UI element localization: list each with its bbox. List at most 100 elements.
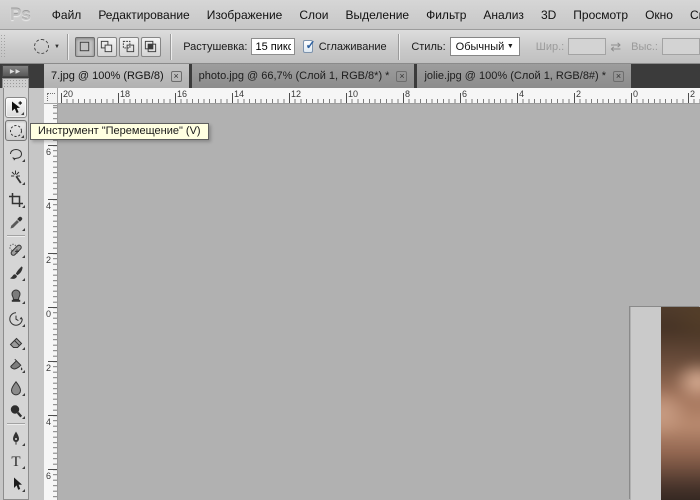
clone-stamp-tool[interactable]: [5, 285, 27, 306]
options-bar-grip[interactable]: [0, 34, 6, 59]
tab-label: jolie.jpg @ 100% (Слой 1, RGB/8#) *: [424, 70, 607, 82]
menu-item-select[interactable]: Выделение: [346, 8, 410, 22]
style-select-value: Обычный: [455, 40, 505, 53]
ruler-label: 6: [46, 147, 52, 157]
style-select[interactable]: Обычный ▼: [449, 37, 520, 56]
close-icon[interactable]: ×: [396, 70, 408, 82]
double-arrow-icon: ▶▶: [9, 68, 22, 75]
ruler-label: 0: [46, 309, 52, 319]
ruler-label: 20: [63, 89, 74, 99]
menu-item-3d[interactable]: 3D: [541, 8, 556, 22]
spot-healing-brush-tool[interactable]: [5, 239, 27, 260]
eraser-icon: [9, 337, 23, 348]
vertical-ruler-labels: 6 4 2 0 2 4 6: [44, 104, 57, 500]
add-to-selection-icon: [100, 40, 113, 53]
ruler-label: 10: [348, 89, 359, 99]
width-label: Шир.:: [535, 40, 565, 53]
menu-item-view[interactable]: Просмотр: [573, 8, 628, 22]
height-input: [661, 38, 700, 55]
menu-item-help[interactable]: Справка: [690, 8, 700, 22]
eraser-tool[interactable]: [5, 331, 27, 352]
lasso-tool[interactable]: [5, 143, 27, 164]
tools-panel: T: [3, 88, 29, 500]
path-selection-tool[interactable]: [5, 473, 27, 494]
document-tab-2[interactable]: photo.jpg @ 66,7% (Слой 1, RGB/8*) * ×: [191, 64, 415, 88]
chevron-down-icon: ▼: [53, 43, 60, 50]
tooltip-text: Инструмент "Перемещение" (V): [38, 125, 201, 137]
close-icon[interactable]: ×: [170, 70, 182, 82]
pen-icon: [13, 431, 19, 445]
style-label: Стиль:: [411, 40, 446, 53]
tab-label: 7.jpg @ 100% (RGB/8): [51, 70, 164, 82]
elliptical-marquee-icon: [10, 124, 22, 137]
tools-divider: [7, 423, 25, 424]
menu-item-file[interactable]: Файл: [52, 8, 82, 22]
history-brush-tool[interactable]: [5, 308, 27, 329]
menu-bar-items: Файл Редактирование Изображение Слои Выделен…: [52, 8, 700, 22]
move-icon: [12, 100, 22, 113]
dodge-tool[interactable]: [5, 400, 27, 421]
elliptical-marquee-tool[interactable]: [5, 120, 27, 141]
ruler-label: 6: [462, 89, 468, 99]
spot-healing-brush-icon: [9, 243, 22, 256]
rectangle-tool[interactable]: [5, 496, 27, 499]
separator: [397, 33, 399, 60]
subtract-from-selection-button[interactable]: [118, 36, 139, 57]
document-tab-1[interactable]: 7.jpg @ 100% (RGB/8) ×: [44, 64, 189, 88]
tool-preset-button[interactable]: ▼: [33, 39, 60, 54]
crop-tool[interactable]: [5, 189, 27, 210]
brush-tool[interactable]: [5, 262, 27, 283]
ruler-label: 4: [46, 417, 52, 427]
magic-wand-tool[interactable]: [5, 166, 27, 187]
feather-input[interactable]: [251, 38, 296, 55]
document-margin: [630, 307, 661, 500]
chevron-down-icon: ▼: [506, 43, 514, 50]
blur-icon: [10, 380, 22, 395]
intersect-selection-icon: [144, 40, 157, 53]
ruler-label: 4: [46, 201, 52, 211]
open-document: [630, 307, 700, 500]
canvas-area[interactable]: [58, 104, 700, 500]
selection-mode-group: [74, 36, 163, 57]
document-photo: [661, 307, 700, 500]
paint-bucket-tool[interactable]: [5, 354, 27, 375]
close-icon[interactable]: ×: [613, 70, 625, 82]
photoshop-window: Ps Файл Редактирование Изображение Слои Выде…: [0, 0, 700, 500]
crop-icon: [9, 192, 23, 207]
separator: [66, 33, 68, 60]
menu-item-layers[interactable]: Слои: [299, 8, 328, 22]
ruler-label: 12: [291, 89, 302, 99]
intersect-selection-button[interactable]: [140, 36, 161, 57]
move-tool[interactable]: [5, 97, 27, 118]
menu-item-edit[interactable]: Редактирование: [98, 8, 189, 22]
type-tool[interactable]: T: [5, 450, 27, 471]
clone-stamp-icon: [11, 289, 21, 302]
document-tab-3[interactable]: jolie.jpg @ 100% (Слой 1, RGB/8#) * ×: [417, 64, 632, 88]
dodge-icon: [10, 404, 23, 417]
separator: [169, 33, 171, 60]
path-selection-icon: [14, 477, 22, 490]
pen-tool[interactable]: [5, 427, 27, 448]
vertical-ruler[interactable]: 6 4 2 0 2 4 6: [44, 104, 58, 500]
menu-item-image[interactable]: Изображение: [207, 8, 283, 22]
horizontal-ruler[interactable]: 20 18 16 14 12 10 8 6 4 2 0 2: [58, 88, 700, 104]
document-tab-bar: ▶▶ 7.jpg @ 100% (RGB/8) × photo.jpg @ 66,7…: [0, 64, 700, 88]
blur-tool[interactable]: [5, 377, 27, 398]
new-selection-button[interactable]: [74, 36, 95, 57]
menu-item-window[interactable]: Окно: [645, 8, 673, 22]
antialias-checkbox[interactable]: ✓: [303, 38, 316, 53]
antialias-label: Сглаживание: [318, 40, 387, 53]
ruler-label: 4: [519, 89, 525, 99]
lasso-icon: [10, 148, 23, 160]
history-brush-icon: [9, 311, 23, 326]
collapse-panels-button[interactable]: ▶▶: [2, 65, 29, 77]
ruler-label: 2: [46, 255, 52, 265]
tab-label: photo.jpg @ 66,7% (Слой 1, RGB/8*) *: [198, 70, 390, 82]
options-bar: ▼ Растушевка: ✓ Сглаживание Стиль: Обычн…: [0, 30, 700, 64]
svg-text:T: T: [11, 454, 20, 469]
menu-item-analysis[interactable]: Анализ: [483, 8, 524, 22]
add-to-selection-button[interactable]: [96, 36, 117, 57]
eyedropper-tool[interactable]: [5, 212, 27, 233]
tools-panel-grip[interactable]: [2, 78, 29, 88]
menu-item-filter[interactable]: Фильтр: [426, 8, 466, 22]
